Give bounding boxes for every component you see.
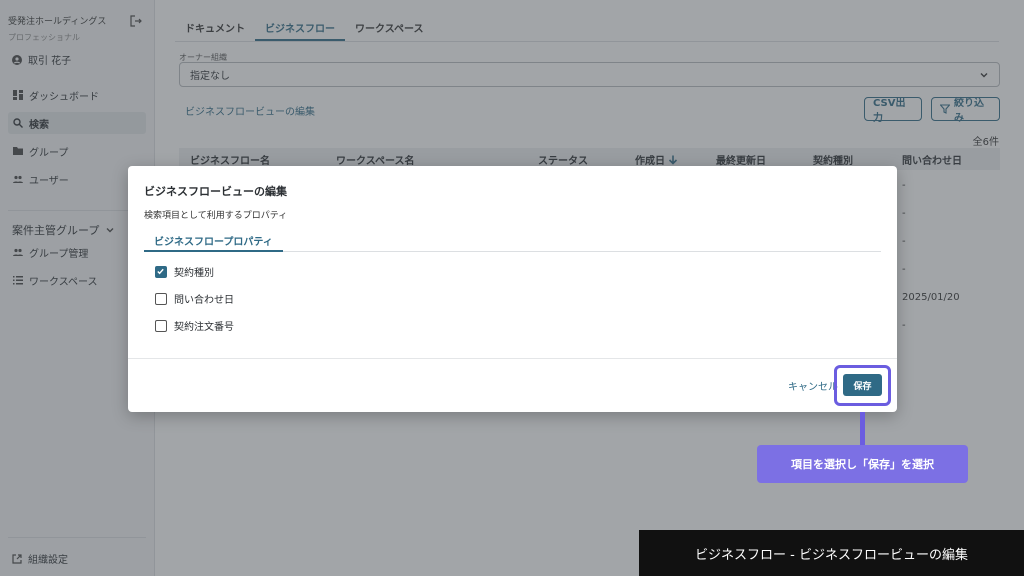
instruction-callout: 項目を選択し「保存」を選択 xyxy=(757,445,968,483)
option-label: 契約注文番号 xyxy=(174,322,234,333)
screen-caption: ビジネスフロー - ビジネスフロービューの編集 xyxy=(639,530,1024,576)
dialog-title: ビジネスフロービューの編集 xyxy=(144,185,287,198)
option-contract-order-number[interactable]: 契約注文番号 xyxy=(155,318,234,333)
tab-business-flow-properties[interactable]: ビジネスフロープロパティ xyxy=(144,228,283,252)
option-contract-type[interactable]: 契約種別 xyxy=(155,264,214,279)
edit-view-dialog: ビジネスフロービューの編集 検索項目として利用するプロパティ ビジネスフロープロ… xyxy=(128,166,897,412)
dialog-tab-bar: ビジネスフロープロパティ xyxy=(144,228,881,252)
dialog-subtitle: 検索項目として利用するプロパティ xyxy=(144,211,288,221)
option-inquiry-date[interactable]: 問い合わせ日 xyxy=(155,291,234,306)
cancel-button[interactable]: キャンセル xyxy=(788,378,838,393)
option-label: 問い合わせ日 xyxy=(174,295,234,306)
checkbox[interactable] xyxy=(155,319,167,332)
checkbox-checked[interactable] xyxy=(155,265,167,278)
checkbox[interactable] xyxy=(155,292,167,305)
option-label: 契約種別 xyxy=(174,268,214,279)
callout-pointer xyxy=(860,412,865,446)
save-button[interactable]: 保存 xyxy=(843,374,882,396)
divider xyxy=(128,358,897,359)
